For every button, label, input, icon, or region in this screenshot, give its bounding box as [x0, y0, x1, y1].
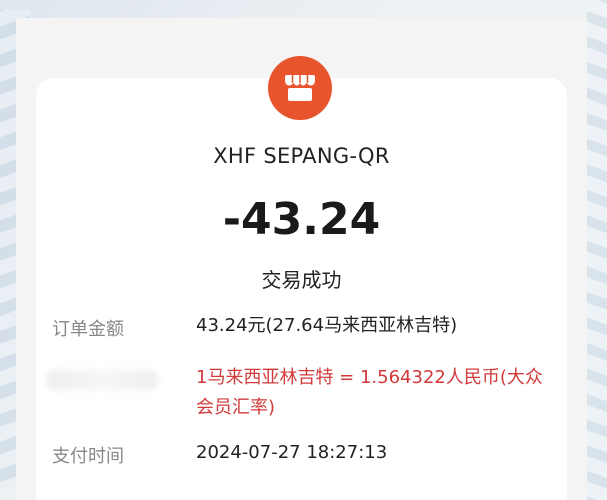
merchant-logo — [268, 56, 332, 120]
merchant-name: XHF SEPANG-QR — [213, 144, 390, 168]
payment-time-label: 支付时间 — [52, 446, 124, 467]
exchange-rate-label-blurred — [46, 370, 158, 390]
background-decoration-right — [587, 0, 607, 500]
payment-time-value: 2024-07-27 18:27:13 — [196, 442, 388, 463]
transaction-status: 交易成功 — [261, 268, 342, 292]
order-amount-value: 43.24元(27.64马来西亚林吉特) — [196, 315, 458, 336]
storefront-icon — [285, 75, 315, 101]
order-amount-label: 订单金额 — [52, 319, 124, 340]
transaction-amount: -43.24 — [222, 194, 381, 245]
receipt-screen: XHF SEPANG-QR -43.24 交易成功 订单金额 43.24元(27… — [16, 18, 587, 500]
exchange-rate-value: 1马来西亚林吉特 = 1.564322人民币(大众会员汇率) — [196, 367, 543, 418]
